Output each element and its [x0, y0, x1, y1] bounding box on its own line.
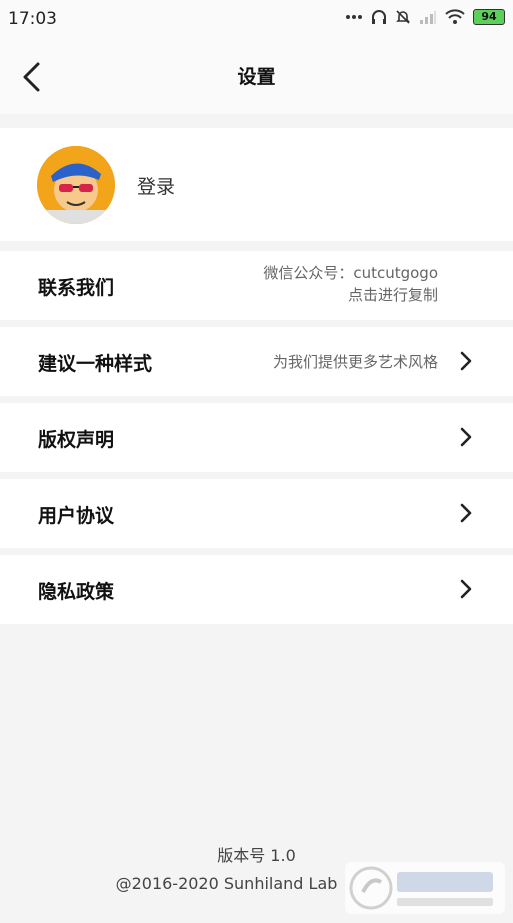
battery-indicator: 94: [473, 9, 505, 25]
page-title: 设置: [237, 66, 276, 88]
mute-bell-icon: [396, 10, 410, 24]
settings-row-user-agreement[interactable]: 用户协议: [0, 479, 513, 548]
chevron-right-icon: [460, 503, 472, 523]
profile-card[interactable]: 登录: [0, 128, 513, 241]
status-bar: 17:03 94: [0, 0, 513, 40]
headphones-icon: [372, 10, 386, 24]
settings-row-copyright[interactable]: 版权声明: [0, 403, 513, 472]
login-link[interactable]: 登录: [137, 172, 175, 199]
chevron-right-icon: [460, 351, 472, 371]
row-label: 建议一种样式: [38, 353, 153, 375]
chevron-right-icon: [460, 427, 472, 447]
chevron-right-icon: [460, 579, 472, 599]
watermark-logo: [345, 862, 505, 914]
wifi-icon: [445, 9, 465, 24]
avatar[interactable]: [37, 146, 115, 224]
row-label: 版权声明: [38, 429, 115, 451]
row-subtitle: 为我们提供更多艺术风格: [272, 353, 438, 371]
row-label: 用户协议: [38, 505, 115, 527]
wechat-account-text: 微信公众号：cutcutgogo: [263, 264, 438, 282]
settings-row-suggest-style[interactable]: 建议一种样式 为我们提供更多艺术风格: [0, 327, 513, 396]
contact-info[interactable]: 微信公众号：cutcutgogo 点击进行复制: [263, 262, 438, 306]
row-label: 隐私政策: [38, 581, 115, 603]
settings-row-privacy[interactable]: 隐私政策: [0, 555, 513, 624]
signal-icon: [420, 11, 436, 24]
status-time: 17:03: [8, 9, 57, 29]
avatar-illustration: [37, 146, 115, 224]
status-icons: 94: [345, 9, 505, 25]
copy-hint-text: 点击进行复制: [347, 286, 438, 304]
nav-bar: 设置: [0, 40, 513, 114]
row-label: 联系我们: [38, 277, 115, 299]
more-dots-icon: [346, 15, 362, 19]
settings-row-contact[interactable]: 联系我们 微信公众号：cutcutgogo 点击进行复制: [0, 251, 513, 320]
